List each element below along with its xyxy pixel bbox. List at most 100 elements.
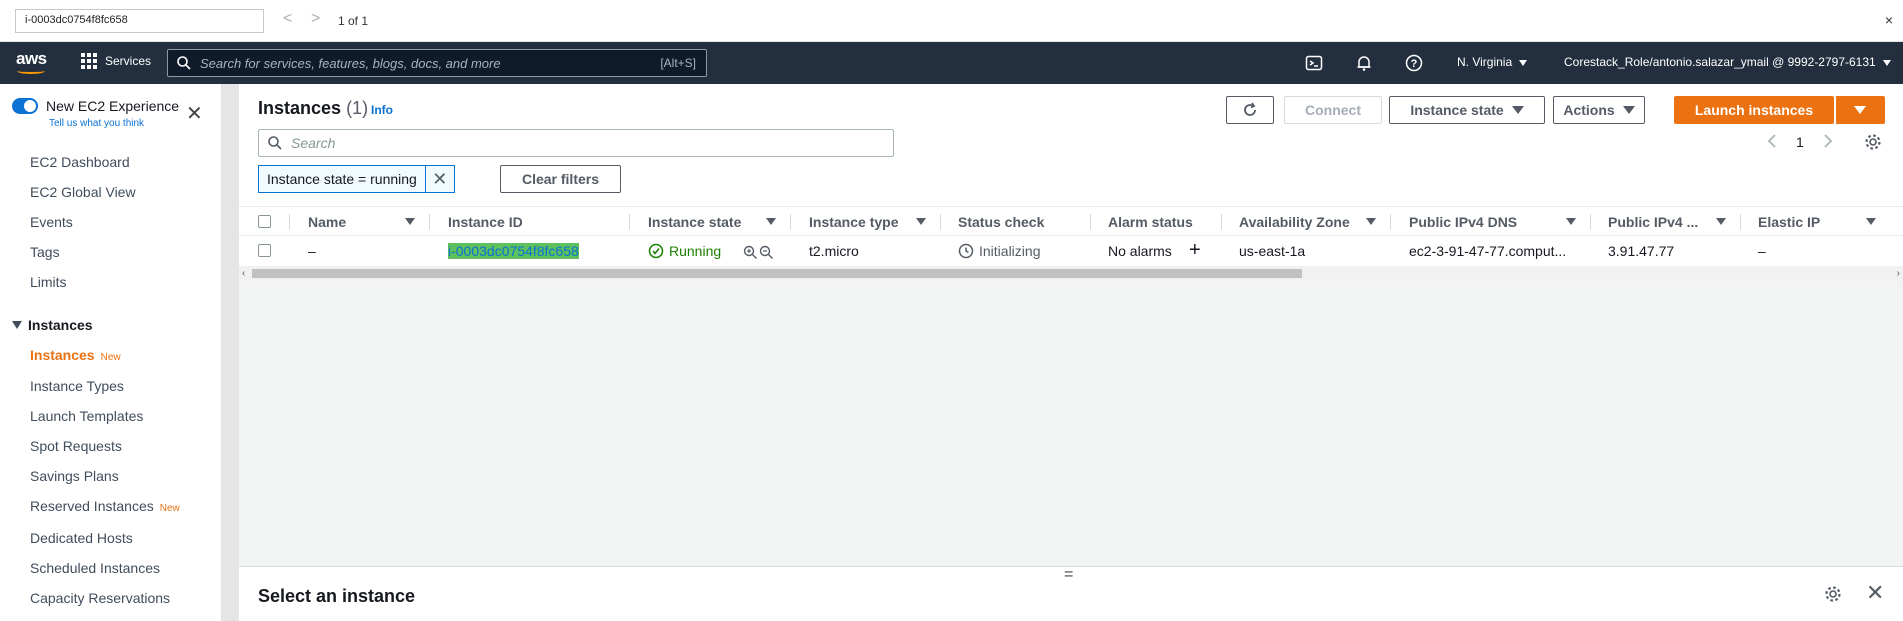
sort-icon[interactable] bbox=[766, 218, 776, 225]
search-placeholder: Search for services, features, blogs, do… bbox=[200, 55, 501, 71]
sidebar-item-spot-requests[interactable]: Spot Requests bbox=[30, 438, 122, 454]
sidebar: New EC2 Experience Tell us what you thin… bbox=[0, 84, 222, 621]
services-menu[interactable]: Services bbox=[81, 53, 151, 69]
next-page-icon[interactable] bbox=[1822, 132, 1834, 150]
sidebar-item-dedicated-hosts[interactable]: Dedicated Hosts bbox=[30, 530, 133, 546]
search-icon bbox=[268, 136, 282, 150]
info-link[interactable]: Info bbox=[371, 103, 393, 117]
chevron-down-icon bbox=[1519, 59, 1528, 66]
sort-icon[interactable] bbox=[1566, 218, 1576, 225]
find-close-button[interactable]: × bbox=[1885, 12, 1893, 28]
zoom-in-icon[interactable] bbox=[743, 245, 758, 260]
detail-panel-title: Select an instance bbox=[258, 586, 416, 606]
column-header-name[interactable]: Name bbox=[308, 214, 346, 230]
page-title: Instances (1) bbox=[258, 98, 369, 118]
cell-instance-type: t2.micro bbox=[809, 243, 859, 259]
new-experience-label: New EC2 Experience bbox=[46, 98, 180, 114]
close-icon[interactable]: ✕ bbox=[186, 104, 203, 124]
new-badge: New bbox=[100, 352, 121, 363]
sidebar-item-events[interactable]: Events bbox=[30, 214, 73, 230]
gear-icon[interactable] bbox=[1864, 133, 1882, 151]
zoom-out-icon[interactable] bbox=[759, 245, 774, 260]
sort-icon[interactable] bbox=[1366, 218, 1376, 225]
find-input[interactable]: i-0003dc0754f8fc658 bbox=[15, 9, 264, 33]
actions-dropdown[interactable]: Actions bbox=[1553, 96, 1645, 124]
new-badge: New bbox=[159, 503, 180, 514]
sort-icon[interactable] bbox=[916, 218, 926, 225]
sidebar-item-instance-types[interactable]: Instance Types bbox=[30, 378, 124, 394]
filter-search-input[interactable]: Search bbox=[258, 129, 894, 157]
region-selector[interactable]: N. Virginia bbox=[1457, 55, 1528, 69]
detail-panel: = Select an instance ✕ bbox=[239, 566, 1903, 621]
find-count: 1 of 1 bbox=[338, 14, 369, 28]
services-label: Services bbox=[105, 54, 152, 68]
sort-icon[interactable] bbox=[1866, 218, 1876, 225]
feedback-link[interactable]: Tell us what you think bbox=[49, 118, 144, 129]
sidebar-item-instances[interactable]: Instances New bbox=[30, 347, 121, 363]
toggle-switch[interactable] bbox=[12, 98, 38, 114]
sort-icon[interactable] bbox=[405, 218, 415, 225]
refresh-icon bbox=[1244, 102, 1256, 116]
column-header-public-ipv4[interactable]: Public IPv4 ... bbox=[1608, 214, 1698, 230]
cell-elastic-ip: – bbox=[1758, 243, 1766, 259]
help-icon[interactable]: ? bbox=[1405, 54, 1423, 72]
filter-token[interactable]: Instance state = running ✕ bbox=[258, 165, 455, 193]
sidebar-item-capacity-reservations[interactable]: Capacity Reservations bbox=[30, 590, 170, 606]
scrollbar-thumb[interactable] bbox=[252, 269, 1302, 278]
clear-filters-button[interactable]: Clear filters bbox=[500, 165, 621, 193]
column-header-instance-id[interactable]: Instance ID bbox=[448, 214, 523, 230]
sort-icon[interactable] bbox=[1716, 218, 1726, 225]
cell-name: – bbox=[308, 243, 316, 259]
prev-page-icon[interactable] bbox=[1766, 132, 1778, 150]
sidebar-item-savings-plans[interactable]: Savings Plans bbox=[30, 468, 119, 484]
table-row[interactable]: – i-0003dc0754f8fc658 Running t2.micro I… bbox=[239, 236, 1903, 266]
main-content: Instances (1) Info Connect Instance stat… bbox=[239, 84, 1903, 621]
sidebar-scrollbar[interactable] bbox=[222, 84, 239, 621]
resize-handle-icon[interactable]: = bbox=[1064, 567, 1073, 583]
row-checkbox[interactable] bbox=[258, 244, 271, 257]
account-menu[interactable]: Corestack_Role/antonio.salazar_ymail @ 9… bbox=[1564, 55, 1892, 69]
aws-logo[interactable]: aws bbox=[16, 50, 48, 76]
find-bar: i-0003dc0754f8fc658 < > 1 of 1 × bbox=[0, 0, 1903, 42]
scroll-left-icon[interactable]: ‹ bbox=[242, 266, 245, 281]
scroll-right-icon[interactable]: › bbox=[1897, 266, 1900, 281]
gear-icon[interactable] bbox=[1824, 585, 1842, 603]
column-header-instance-type[interactable]: Instance type bbox=[809, 214, 898, 230]
close-icon[interactable]: ✕ bbox=[426, 166, 454, 192]
launch-instances-dropdown[interactable] bbox=[1835, 96, 1885, 124]
find-prev-button[interactable]: < bbox=[283, 10, 292, 28]
column-header-alarm-status[interactable]: Alarm status bbox=[1108, 214, 1193, 230]
launch-instances-button[interactable]: Launch instances bbox=[1674, 96, 1834, 124]
caret-down-icon bbox=[1622, 106, 1635, 114]
sidebar-item-limits[interactable]: Limits bbox=[30, 274, 67, 290]
instance-state-dropdown[interactable]: Instance state bbox=[1389, 96, 1545, 124]
column-header-public-ipv4-dns[interactable]: Public IPv4 DNS bbox=[1409, 214, 1517, 230]
cell-status-check: Initializing bbox=[958, 243, 1040, 259]
select-all-checkbox[interactable] bbox=[258, 215, 271, 228]
page-number[interactable]: 1 bbox=[1796, 134, 1804, 150]
cell-instance-state: Running bbox=[648, 243, 721, 259]
notifications-bell-icon[interactable] bbox=[1355, 54, 1373, 72]
sidebar-item-tags[interactable]: Tags bbox=[30, 244, 60, 260]
sidebar-item-launch-templates[interactable]: Launch Templates bbox=[30, 408, 143, 424]
caret-down-icon bbox=[1854, 106, 1866, 114]
sidebar-group-instances[interactable]: Instances bbox=[12, 317, 93, 333]
sidebar-item-scheduled-instances[interactable]: Scheduled Instances bbox=[30, 560, 160, 576]
horizontal-scrollbar[interactable]: ‹ › bbox=[239, 266, 1903, 281]
column-header-instance-state[interactable]: Instance state bbox=[648, 214, 741, 230]
find-next-button[interactable]: > bbox=[311, 10, 320, 28]
column-header-availability-zone[interactable]: Availability Zone bbox=[1239, 214, 1350, 230]
close-icon[interactable]: ✕ bbox=[1866, 580, 1884, 606]
sidebar-item-ec2-global-view[interactable]: EC2 Global View bbox=[30, 184, 136, 200]
sidebar-item-ec2-dashboard[interactable]: EC2 Dashboard bbox=[30, 154, 130, 170]
refresh-button[interactable] bbox=[1226, 96, 1274, 124]
connect-button[interactable]: Connect bbox=[1284, 96, 1382, 124]
cloudshell-icon[interactable] bbox=[1305, 54, 1323, 72]
column-header-status-check[interactable]: Status check bbox=[958, 214, 1044, 230]
clock-icon bbox=[958, 243, 974, 259]
sidebar-item-reserved-instances[interactable]: Reserved Instances New bbox=[30, 498, 180, 514]
add-alarm-icon[interactable]: + bbox=[1189, 239, 1201, 262]
column-header-elastic-ip[interactable]: Elastic IP bbox=[1758, 214, 1820, 230]
global-search-input[interactable]: Search for services, features, blogs, do… bbox=[167, 49, 707, 77]
cell-instance-id[interactable]: i-0003dc0754f8fc658 bbox=[448, 243, 579, 259]
